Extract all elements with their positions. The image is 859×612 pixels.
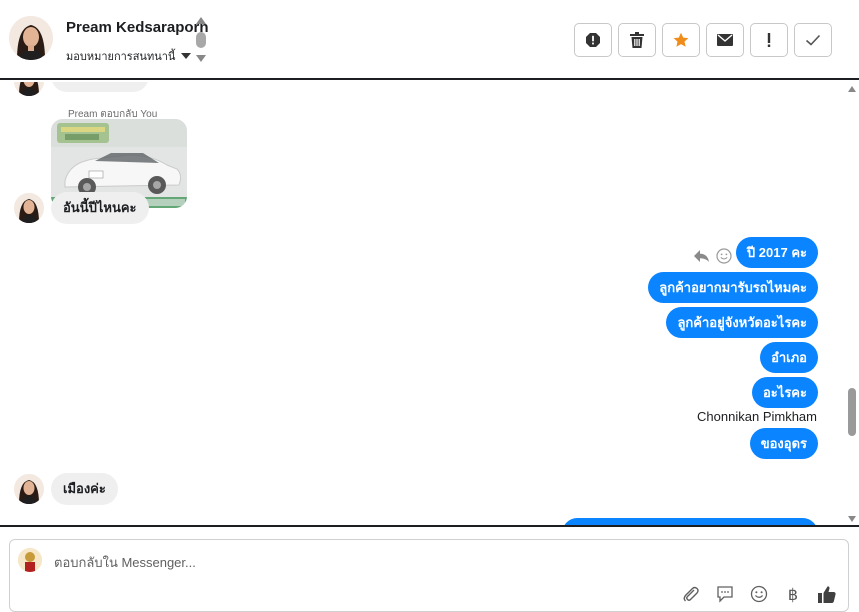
scroll-thumb[interactable] (848, 388, 856, 436)
delete-button[interactable] (618, 23, 656, 57)
emoji-button[interactable] (748, 583, 770, 605)
message-bubble-outgoing: ลูกค้าอยู่จังหวัดอะไรคะ (666, 307, 818, 338)
conversation-toolbar (574, 23, 832, 57)
thread-scrollbar[interactable] (845, 82, 859, 525)
exclamation-icon (767, 33, 771, 47)
react-emoji-icon[interactable] (716, 248, 732, 264)
message-bubble-outgoing: ปี 2017 คะ (735, 237, 818, 268)
check-icon (805, 34, 821, 46)
previous-arrow-icon[interactable] (196, 17, 206, 24)
message-bubble-outgoing: ลูกค้าอยากมารับรถไหมคะ (648, 272, 818, 303)
message-composer: ฿ (9, 539, 849, 612)
message-actions (693, 248, 732, 264)
composer-tools: ฿ (680, 583, 838, 605)
page-avatar (18, 548, 42, 572)
message-bubble-partial (562, 518, 818, 525)
follow-up-button[interactable] (750, 23, 788, 57)
star-icon (673, 32, 689, 47)
quick-reply-button[interactable] (714, 583, 736, 605)
star-button[interactable] (662, 23, 700, 57)
reply-input[interactable] (54, 551, 814, 573)
conversation-header: Pream Kedsaraporn มอบหมายการสนทนานี้ (0, 0, 859, 80)
quick-reply-icon (717, 586, 733, 603)
spam-octagon-icon (586, 33, 600, 47)
baht-icon: ฿ (787, 584, 799, 604)
contact-name: Pream Kedsaraporn (66, 19, 209, 36)
attach-button[interactable] (680, 583, 702, 605)
message-bubble-outgoing: อะไรคะ (752, 377, 818, 408)
mark-done-button[interactable] (794, 23, 832, 57)
mark-unread-button[interactable] (706, 23, 744, 57)
envelope-icon (717, 34, 733, 46)
message-bubble-incoming: เมืองค่ะ (51, 473, 118, 505)
contact-avatar-small (14, 82, 44, 96)
reply-icon[interactable] (693, 249, 710, 263)
paperclip-icon (683, 586, 699, 602)
contact-avatar[interactable] (9, 16, 53, 60)
scroll-down-icon[interactable] (848, 516, 856, 522)
emoji-icon (750, 585, 768, 603)
mark-spam-button[interactable] (574, 23, 612, 57)
conversation-nav[interactable] (194, 17, 208, 65)
assign-label: มอบหมายการสนทนานี้ (66, 51, 176, 63)
caret-down-icon (181, 53, 192, 59)
message-bubble-outgoing: ของอุดร (749, 428, 818, 459)
assign-conversation-dropdown[interactable]: มอบหมายการสนทนานี้ (66, 47, 192, 65)
thumbs-up-icon (818, 585, 836, 603)
sender-name: Chonnikan Pimkham (697, 409, 817, 424)
payment-button[interactable]: ฿ (782, 583, 804, 605)
message-bubble-incoming: อันนี้ปีไหนคะ (51, 192, 149, 224)
contact-avatar-small (14, 193, 44, 223)
like-button[interactable] (816, 583, 838, 605)
message-thread[interactable]: Pream ตอบกลับ You อันนี้ปีไหนคะ ปี 2017 … (0, 82, 859, 527)
message-bubble-outgoing: อำเภอ (760, 342, 818, 373)
next-arrow-icon[interactable] (196, 55, 206, 62)
message-bubble-partial (51, 82, 149, 92)
nav-handle (196, 32, 206, 48)
trash-icon (630, 32, 644, 48)
contact-avatar-small (14, 474, 44, 504)
scroll-up-icon[interactable] (848, 86, 856, 92)
